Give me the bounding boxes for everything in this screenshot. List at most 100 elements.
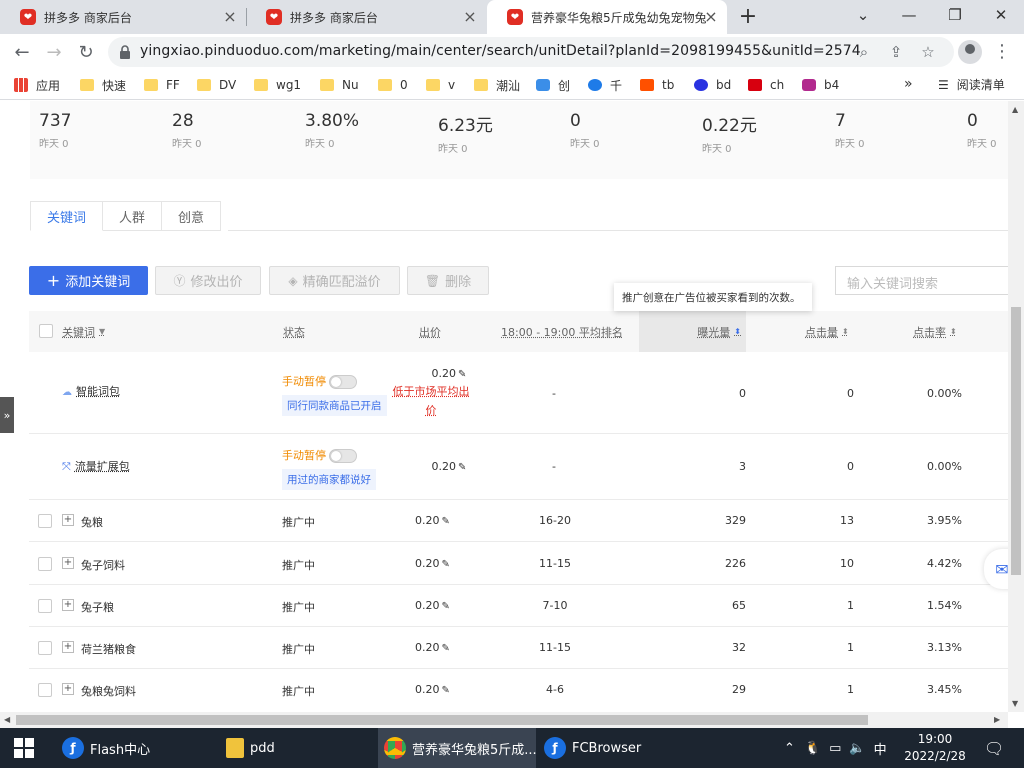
bookmark-apps[interactable]: 应用 xyxy=(14,76,60,94)
edit-icon[interactable]: ✎ xyxy=(442,601,450,612)
shopping-bag-icon xyxy=(802,79,816,91)
vertical-scroll-thumb[interactable] xyxy=(1011,307,1021,575)
share-icon[interactable]: ⇪ xyxy=(886,42,906,62)
taskbar-clock[interactable]: 19:00 2022/2/28 xyxy=(898,731,972,765)
more-bookmarks-icon[interactable]: » xyxy=(904,76,913,92)
exact-match-premium-button[interactable]: ◈ 精确匹配溢价 xyxy=(269,266,400,295)
bookmark-folder[interactable]: wg1 xyxy=(254,76,301,94)
header-keyword[interactable]: 关键词 ▼ xyxy=(62,311,105,352)
tab-keywords[interactable]: 关键词 xyxy=(30,201,104,231)
address-bar[interactable]: yingxiao.pinduoduo.com/marketing/main/ce… xyxy=(108,37,954,67)
edit-icon[interactable]: ✎ xyxy=(442,559,450,570)
vertical-scrollbar[interactable]: ▲ ▼ xyxy=(1008,101,1024,712)
minimize-window-icon[interactable]: — xyxy=(886,0,932,30)
select-all-checkbox[interactable] xyxy=(39,324,53,338)
expand-sidebar-icon[interactable]: » xyxy=(0,397,14,433)
new-tab-button[interactable]: + xyxy=(736,4,760,30)
notifications-icon[interactable]: 🗨 xyxy=(984,728,1004,768)
bookmark-folder[interactable]: v xyxy=(426,76,455,94)
bookmark-item[interactable]: 创 xyxy=(536,76,570,94)
browser-menu-icon[interactable]: ⋮ xyxy=(992,40,1012,64)
show-hidden-icons-icon[interactable]: ⌃ xyxy=(784,741,795,756)
volume-icon[interactable]: 🔈 xyxy=(849,741,865,756)
add-keyword-button[interactable]: + 添加关键词 xyxy=(29,266,148,295)
edit-icon[interactable]: ✎ xyxy=(458,462,466,473)
bookmark-item[interactable]: b4 xyxy=(802,76,839,94)
horizontal-scroll-thumb[interactable] xyxy=(16,715,868,725)
expand-row-icon[interactable]: + xyxy=(62,599,74,611)
close-tab-icon[interactable]: × xyxy=(462,9,478,25)
reading-list[interactable]: ☰ 阅读清单 xyxy=(938,76,1005,93)
expand-row-icon[interactable]: + xyxy=(62,641,74,653)
bookmark-folder[interactable]: 0 xyxy=(378,76,408,94)
tab-creative[interactable]: 创意 xyxy=(162,201,222,231)
bookmark-item[interactable]: ch xyxy=(748,76,784,94)
taskbar-chrome-window[interactable]: 营养豪华兔粮5斤成... xyxy=(378,728,537,768)
bookmark-item[interactable]: tb xyxy=(640,76,674,94)
row-checkbox[interactable] xyxy=(38,683,52,697)
browser-tab-1[interactable]: ❤ 拼多多 商家后台 × xyxy=(0,0,246,34)
windows-start-icon[interactable] xyxy=(14,738,34,758)
delete-button[interactable]: 🗑 删除 xyxy=(407,266,489,295)
edit-icon[interactable]: ✎ xyxy=(442,685,450,696)
keyword-text[interactable]: 智能词包 xyxy=(76,385,120,398)
bookmark-folder[interactable]: FF xyxy=(144,76,180,94)
scroll-right-icon[interactable]: ▶ xyxy=(994,715,1000,724)
profile-avatar-icon[interactable] xyxy=(958,40,982,64)
network-icon[interactable]: ▭ xyxy=(829,741,841,756)
sort-icon[interactable]: ⬍ xyxy=(950,327,957,336)
close-tab-icon[interactable]: × xyxy=(222,9,238,25)
bookmark-star-icon[interactable]: ☆ xyxy=(918,42,938,62)
stat-sub: 昨天 0 xyxy=(305,139,335,150)
reload-icon[interactable]: ↻ xyxy=(74,40,98,64)
status-toggle[interactable] xyxy=(329,375,357,389)
browser-tab-3-active[interactable]: ❤ 营养豪华兔粮5斤成兔幼兔宠物兔 × xyxy=(487,0,727,34)
expand-row-icon[interactable]: + xyxy=(62,683,74,695)
scroll-up-icon[interactable]: ▲ xyxy=(1012,105,1018,114)
tab-search-icon[interactable]: ⌄ xyxy=(840,0,886,30)
keyword-search-input[interactable]: 输入关键词搜索 xyxy=(835,266,1008,295)
row-checkbox[interactable] xyxy=(38,514,52,528)
bookmark-folder[interactable]: 快速 xyxy=(80,76,126,94)
bookmark-folder[interactable]: Nu xyxy=(320,76,359,94)
edit-icon[interactable]: ✎ xyxy=(458,369,466,380)
row-checkbox[interactable] xyxy=(38,557,52,571)
bookmark-item[interactable]: 千 xyxy=(588,76,622,94)
ctr-cell: 3.95% xyxy=(927,514,962,527)
keyword-text[interactable]: 流量扩展包 xyxy=(75,460,130,473)
edit-icon[interactable]: ✎ xyxy=(442,643,450,654)
bookmark-folder[interactable]: 潮汕 xyxy=(474,76,520,94)
bookmark-folder[interactable]: DV xyxy=(197,76,236,94)
header-clicks[interactable]: 点击量 ⬍ xyxy=(805,311,849,352)
taskbar-fcbrowser[interactable]: ƒ FCBrowser xyxy=(540,728,690,768)
close-window-icon[interactable]: ✕ xyxy=(978,0,1024,30)
sort-icon[interactable]: ⬍ xyxy=(842,327,849,336)
horizontal-scrollbar[interactable]: ◀ ▶ xyxy=(0,712,1008,728)
expand-row-icon[interactable]: + xyxy=(62,514,74,526)
header-impressions[interactable]: 曝光量 ⬍ xyxy=(639,311,746,352)
restore-window-icon[interactable]: ❐ xyxy=(932,0,978,30)
ime-indicator[interactable]: 中 xyxy=(874,739,887,758)
bookmark-item[interactable]: bd xyxy=(694,76,731,94)
modify-bid-button[interactable]: Ⓨ 修改出价 xyxy=(155,266,261,295)
close-tab-icon[interactable]: × xyxy=(703,9,719,25)
browser-tab-2[interactable]: ❤ 拼多多 商家后台 × xyxy=(246,0,486,34)
scroll-left-icon[interactable]: ◀ xyxy=(4,715,10,724)
filter-icon[interactable]: ▼ xyxy=(99,327,105,336)
taskbar-pdd-folder[interactable]: pdd xyxy=(222,728,372,768)
row-checkbox[interactable] xyxy=(38,599,52,613)
zoom-icon[interactable]: ⌕ xyxy=(854,42,874,62)
status-toggle[interactable] xyxy=(329,449,357,463)
tab-audience[interactable]: 人群 xyxy=(103,201,163,231)
taskbar-flash-center[interactable]: ƒ Flash中心 xyxy=(58,728,216,768)
lock-icon xyxy=(120,45,130,59)
qq-penguin-icon[interactable]: 🐧 xyxy=(805,741,821,756)
header-ctr[interactable]: 点击率 ⬍ xyxy=(913,311,957,352)
expand-row-icon[interactable]: + xyxy=(62,557,74,569)
edit-icon[interactable]: ✎ xyxy=(442,516,450,527)
scroll-down-icon[interactable]: ▼ xyxy=(1012,699,1018,708)
sort-icon[interactable]: ⬍ xyxy=(734,327,741,336)
back-icon[interactable]: ← xyxy=(10,40,34,64)
forward-icon[interactable]: → xyxy=(42,40,66,64)
row-checkbox[interactable] xyxy=(38,641,52,655)
